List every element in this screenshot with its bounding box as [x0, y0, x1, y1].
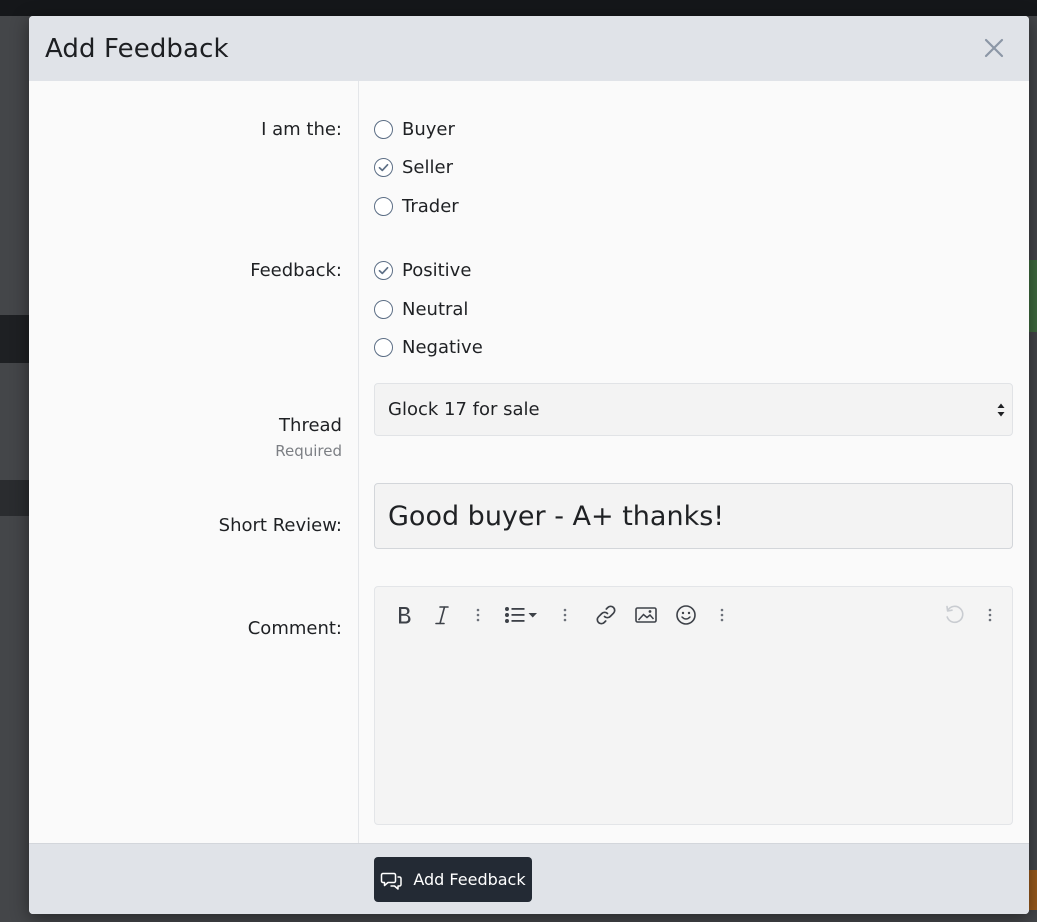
- radio-circle[interactable]: [374, 300, 393, 319]
- close-icon: [984, 38, 1004, 58]
- more-icon: [720, 608, 724, 622]
- background-band: [0, 315, 30, 363]
- radio-seller[interactable]: Seller: [374, 157, 453, 178]
- check-icon: [378, 266, 389, 275]
- radio-label: Trader: [402, 196, 459, 217]
- radio-circle[interactable]: [374, 338, 393, 357]
- background-band: [0, 480, 30, 516]
- italic-button[interactable]: [431, 601, 453, 629]
- more-button[interactable]: [717, 601, 727, 629]
- more-button[interactable]: [473, 601, 483, 629]
- thread-label: Thread: [279, 415, 342, 436]
- undo-button[interactable]: [942, 601, 966, 629]
- more-icon: [476, 608, 480, 622]
- add-feedback-modal: Add Feedback I am the: Feedback: Thread …: [29, 16, 1029, 914]
- check-icon: [378, 163, 389, 172]
- add-feedback-label: Add Feedback: [413, 870, 526, 889]
- radio-neutral[interactable]: Neutral: [374, 299, 468, 320]
- modal-footer: Add Feedback: [29, 843, 1029, 914]
- comment-editor[interactable]: [374, 586, 1013, 825]
- link-button[interactable]: [594, 601, 618, 629]
- comment-label: Comment:: [247, 618, 342, 639]
- image-icon: [635, 607, 657, 623]
- bold-button[interactable]: [393, 601, 415, 629]
- list-icon: [505, 607, 537, 623]
- more-button[interactable]: [985, 601, 995, 629]
- short-review-input[interactable]: Good buyer - A+ thanks!: [374, 483, 1013, 549]
- radio-trader[interactable]: Trader: [374, 196, 459, 217]
- radio-label: Neutral: [402, 299, 469, 320]
- italic-icon: [435, 606, 449, 625]
- modal-body: I am the: Feedback: Thread Required Shor…: [29, 81, 1029, 843]
- radio-circle[interactable]: [374, 261, 393, 280]
- radio-label: Positive: [402, 260, 472, 281]
- modal-header: Add Feedback: [29, 16, 1029, 81]
- image-button[interactable]: [634, 601, 658, 629]
- feedback-label: Feedback:: [250, 260, 342, 281]
- radio-circle[interactable]: [374, 197, 393, 216]
- thread-required-hint: Required: [275, 442, 342, 460]
- list-button[interactable]: [503, 601, 541, 629]
- background-band: [1029, 870, 1037, 910]
- modal-title: Add Feedback: [45, 33, 229, 64]
- radio-circle[interactable]: [374, 120, 393, 139]
- more-icon: [563, 608, 567, 622]
- radio-buyer[interactable]: Buyer: [374, 119, 455, 140]
- radio-label: Seller: [402, 157, 453, 178]
- link-icon: [596, 605, 616, 625]
- emoji-button[interactable]: [674, 601, 698, 629]
- smiley-icon: [676, 605, 696, 625]
- radio-label: Negative: [402, 337, 483, 358]
- background-topbar: [0, 0, 1037, 16]
- undo-icon: [946, 605, 964, 624]
- select-arrows-icon: [997, 403, 1005, 417]
- radio-label: Buyer: [402, 119, 455, 140]
- thread-select-value: Glock 17 for sale: [388, 399, 540, 420]
- label-column: I am the: Feedback: Thread Required Shor…: [29, 81, 359, 843]
- comments-icon: [381, 872, 403, 890]
- background-band: [1029, 260, 1037, 332]
- field-column: Buyer Seller Trader Positive Neutral Neg…: [359, 81, 1029, 843]
- radio-positive[interactable]: Positive: [374, 260, 471, 281]
- short-review-value: Good buyer - A+ thanks!: [388, 500, 725, 532]
- bold-icon: [399, 607, 411, 624]
- close-button[interactable]: [981, 35, 1007, 61]
- radio-negative[interactable]: Negative: [374, 337, 483, 358]
- more-button[interactable]: [560, 601, 570, 629]
- add-feedback-button[interactable]: Add Feedback: [374, 857, 532, 902]
- short-review-label: Short Review:: [218, 515, 342, 536]
- thread-select[interactable]: Glock 17 for sale: [374, 383, 1013, 436]
- more-icon: [988, 608, 992, 622]
- role-label: I am the:: [261, 119, 342, 140]
- radio-circle[interactable]: [374, 158, 393, 177]
